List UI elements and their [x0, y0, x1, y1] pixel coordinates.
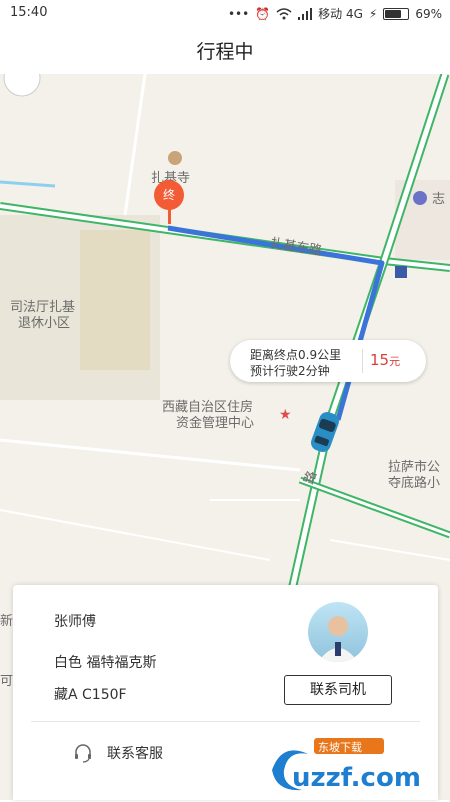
watermark-tag: 东坡下载 [318, 741, 362, 754]
wifi-icon [276, 7, 292, 19]
map-label-lhasa-1: 拉萨市公 [388, 460, 441, 475]
map-label-community-2: 退休小区 [18, 316, 71, 331]
uzzf-logo-icon: 东坡下载 uzzf.com [272, 738, 421, 793]
price-value: 15 [370, 351, 390, 369]
locate-button-icon [3, 74, 41, 97]
bus-stop-icon [395, 266, 407, 278]
alarm-icon: ⏰ [255, 6, 271, 21]
trip-info-bubble: 距离终点0.9公里 预计行驶2分钟 15元 [230, 340, 426, 382]
map-label-left-edge-2: 可 [0, 674, 14, 689]
avatar-person-icon [318, 616, 358, 662]
battery-percent: 69% [415, 6, 442, 21]
carrier-label: 移动 4G [318, 7, 363, 21]
more-dots-icon: ••• [227, 6, 250, 21]
route-line [167, 225, 385, 421]
charging-icon: ⚡ [368, 6, 378, 21]
price-unit: 元 [389, 355, 401, 368]
battery-icon [383, 7, 410, 20]
driver-name: 张师傅 [54, 614, 96, 630]
map-label-community-1: 司法厅扎基 [10, 300, 76, 315]
map-label-center-1: 西藏自治区住房 [162, 400, 254, 415]
card-divider [31, 721, 420, 722]
map-water [0, 180, 56, 188]
customer-service-label: 联系客服 [107, 746, 163, 762]
map-label-lhasa-2: 夺底路小 [388, 476, 441, 491]
headset-icon [75, 744, 91, 763]
map-road [0, 509, 271, 561]
contact-driver-button[interactable]: 联系司机 [284, 675, 392, 705]
status-bar: 15:40 ••• ⏰ 移动 4G ⚡ 69% [0, 0, 450, 26]
bubble-divider [362, 349, 363, 373]
title-bar: 行程中 [0, 26, 450, 74]
car-icon [311, 412, 339, 452]
map-road [329, 539, 450, 561]
customer-service-button[interactable]: 联系客服 [73, 743, 163, 763]
map-road [123, 74, 147, 216]
star-poi-icon: ★ [279, 407, 292, 423]
price-text: 15元 [370, 351, 400, 369]
destination-marker[interactable]: 终 [154, 180, 184, 210]
map-label-center-2: 资金管理中心 [176, 416, 255, 431]
map-label-right-edge: 志 [432, 192, 446, 207]
status-time: 15:40 [10, 5, 48, 20]
temple-poi-icon [168, 151, 182, 165]
watermark-brand: uzzf.com [292, 763, 421, 793]
license-plate: 藏A C150F [54, 687, 127, 703]
watermark-logo: 东坡下载 uzzf.com [262, 736, 448, 798]
signal-icon [298, 7, 313, 20]
destination-marker-stem [168, 208, 171, 224]
page-title: 行程中 [196, 40, 254, 63]
driver-avatar [308, 602, 368, 662]
map-label-left-edge-1: 新 [0, 614, 14, 629]
car-description: 白色 福特福克斯 [54, 655, 157, 671]
status-icons: ••• ⏰ 移动 4G ⚡ 69% [228, 5, 442, 22]
poi-icon [413, 191, 427, 205]
map-road [0, 438, 301, 472]
distance-text: 距离终点0.9公里 [250, 348, 342, 362]
map-block [80, 230, 150, 370]
duration-text: 预计行驶2分钟 [250, 364, 330, 378]
